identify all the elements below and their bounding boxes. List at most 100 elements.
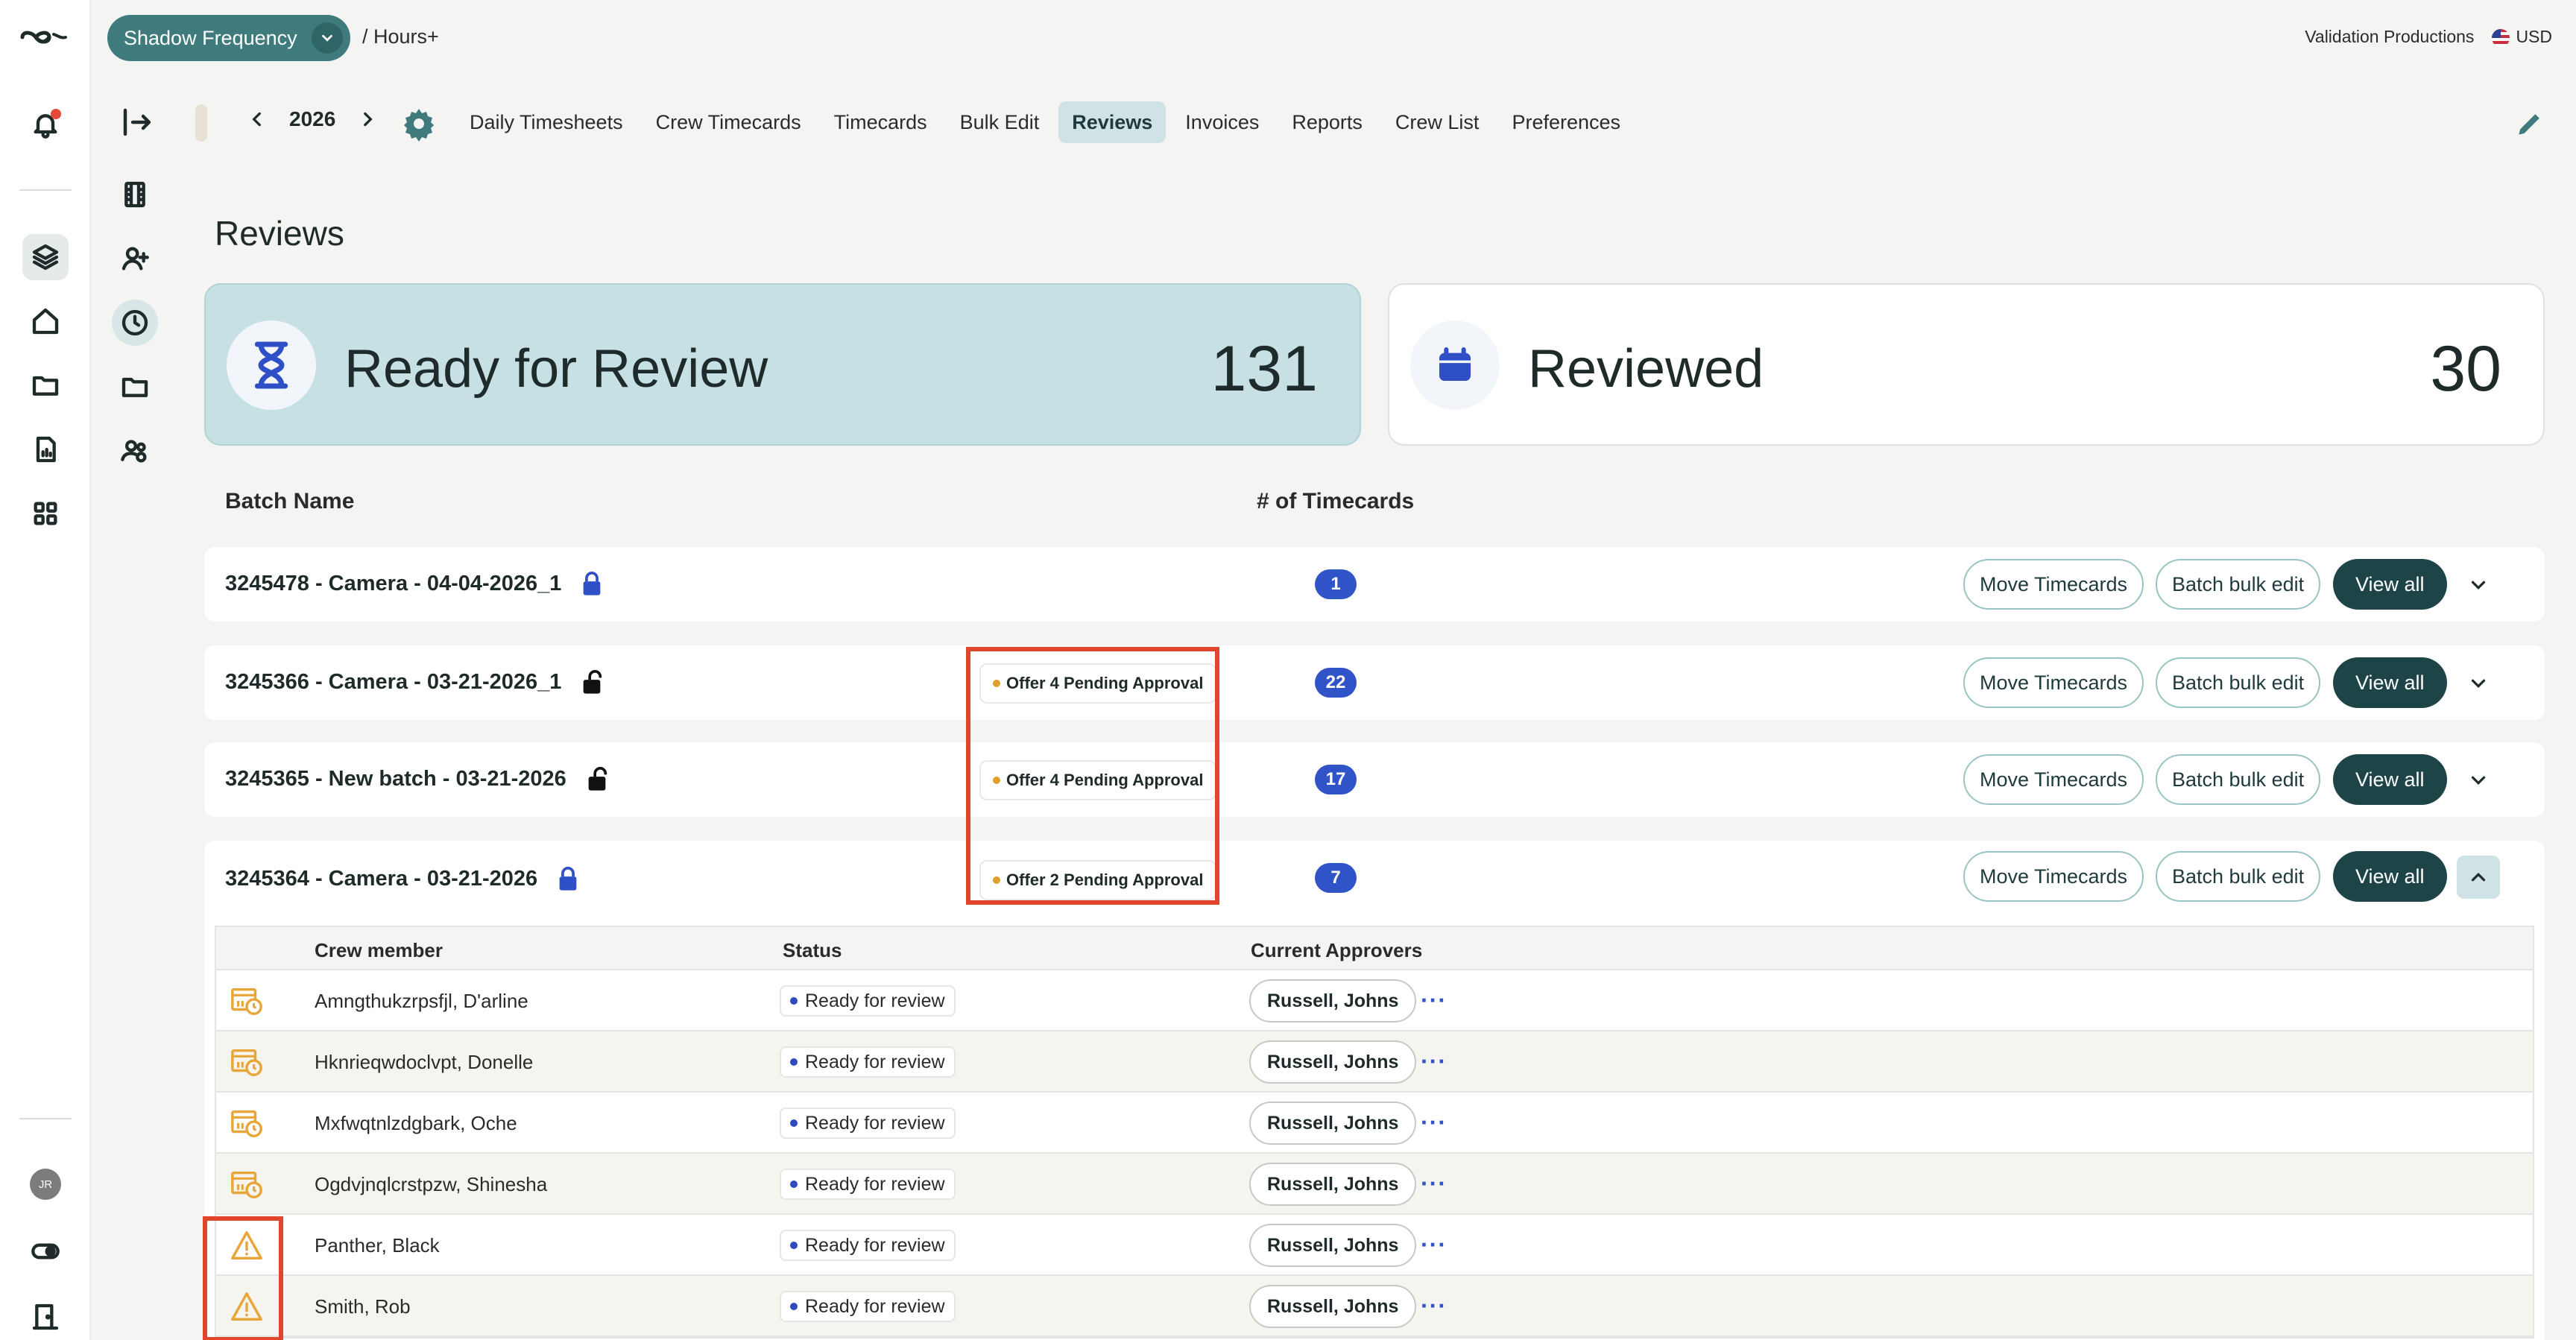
more-options-icon[interactable]: ··· [1421,1231,1447,1259]
team-settings-icon[interactable] [112,428,158,474]
batch-bulk-edit-button[interactable]: Batch bulk edit [2156,657,2321,708]
move-timecards-button[interactable]: Move Timecards [1963,559,2144,610]
status-text: Ready for review [805,1234,945,1256]
tab-preferences[interactable]: Preferences [1498,101,1634,143]
folder-icon[interactable] [112,364,158,410]
batch-row[interactable]: 3245366 - Camera - 03-21-2026_1 Offer 4 … [204,645,2545,720]
year-label: 2026 [289,107,336,130]
batch-bulk-edit-button[interactable]: Batch bulk edit [2156,851,2321,902]
move-timecards-button[interactable]: Move Timecards [1963,657,2144,708]
rail-divider [19,1118,72,1119]
more-options-icon[interactable]: ··· [1421,1292,1447,1320]
home-icon[interactable] [22,298,69,344]
batch-bulk-edit-button[interactable]: Batch bulk edit [2156,754,2321,805]
document-chart-icon[interactable] [22,426,69,473]
view-all-button[interactable]: View all [2333,559,2447,610]
column-header-approvers[interactable]: Current Approvers [1251,939,1422,962]
crew-member-name[interactable]: Ogdvjnqlcrstpzw, Shinesha [315,1173,547,1196]
more-options-icon[interactable]: ··· [1421,1170,1447,1198]
tab-bulk-edit[interactable]: Bulk Edit [947,101,1053,143]
view-all-button[interactable]: View all [2333,754,2447,805]
nav-divider [195,104,207,142]
approver-chip[interactable]: Russell, Johns [1249,1224,1417,1267]
chevron-left-icon[interactable] [247,110,267,129]
reviewed-card[interactable]: Reviewed 30 [1388,283,2545,446]
folder-icon[interactable] [22,362,69,408]
tab-timecards[interactable]: Timecards [821,101,941,143]
column-header-batch-name[interactable]: Batch Name [225,489,354,514]
timecard-count-badge: 7 [1315,863,1357,893]
logout-door-icon[interactable] [22,1294,69,1340]
more-options-icon[interactable]: ··· [1421,1048,1447,1075]
approver-chip[interactable]: Russell, Johns [1249,1040,1417,1084]
lock-open-icon [588,767,607,791]
tab-crew-timecards[interactable]: Crew Timecards [643,101,815,143]
apps-grid-icon[interactable] [22,490,69,537]
move-timecards-button[interactable]: Move Timecards [1963,754,2144,805]
crew-member-name[interactable]: Amngthukzrpsfjl, D'arline [315,990,528,1013]
table-row[interactable]: Ogdvjnqlcrstpzw, Shinesha Ready for revi… [216,1154,2533,1215]
expand-chevron-icon[interactable] [2457,563,2500,607]
film-icon[interactable] [112,171,158,218]
table-row[interactable]: Mxfwqtnlzdgbark, Oche Ready for review R… [216,1093,2533,1154]
gear-icon[interactable] [401,106,437,142]
status-badge: Ready for review [780,985,956,1017]
view-all-button[interactable]: View all [2333,657,2447,708]
column-header-status[interactable]: Status [783,939,842,962]
crew-member-name[interactable]: Hknrieqwdoclvpt, Donelle [315,1051,533,1074]
batch-row[interactable]: 3245478 - Camera - 04-04-2026_1 1 Move T… [204,547,2545,622]
breadcrumb[interactable]: / Hours+ [362,25,439,48]
tab-invoices[interactable]: Invoices [1172,101,1272,143]
table-row[interactable]: Panther, Black Ready for review Russell,… [216,1215,2533,1276]
table-row[interactable]: Amngthukzrpsfjl, D'arline Ready for revi… [216,970,2533,1031]
collapse-chevron-icon[interactable] [2457,856,2500,899]
column-header-timecards[interactable]: # of Timecards [1257,489,1414,514]
expand-chevron-icon[interactable] [2457,759,2500,802]
calendar-icon [1410,320,1500,410]
crew-member-name[interactable]: Mxfwqtnlzdgbark, Oche [315,1112,517,1135]
clock-icon[interactable] [112,300,158,346]
approver-chip[interactable]: Russell, Johns [1249,1102,1417,1145]
crew-member-name[interactable]: Smith, Rob [315,1295,411,1318]
notifications-bell-icon[interactable] [22,101,69,148]
approver-chip[interactable]: Russell, Johns [1249,979,1417,1023]
tab-crew-list[interactable]: Crew List [1382,101,1493,143]
batch-bulk-edit-button[interactable]: Batch bulk edit [2156,559,2321,610]
more-options-icon[interactable]: ··· [1421,1109,1447,1137]
chevron-right-icon[interactable] [358,110,377,129]
timecard-clock-icon [231,1049,262,1076]
approver-chip[interactable]: Russell, Johns [1249,1163,1417,1206]
add-user-icon[interactable] [112,236,158,282]
project-name: Shadow Frequency [124,26,297,49]
tab-reviews[interactable]: Reviews [1058,101,1167,143]
app-logo-icon[interactable] [18,22,73,52]
batch-name: 3245365 - New batch - 03-21-2026 [225,766,608,791]
tab-daily-timesheets[interactable]: Daily Timesheets [456,101,637,143]
approver-chip[interactable]: Russell, Johns [1249,1285,1417,1328]
status-dot [790,997,798,1005]
table-row[interactable]: Smith, Rob Ready for review Russell, Joh… [216,1276,2533,1337]
timecard-clock-icon [231,987,262,1015]
avatar[interactable]: JR [30,1169,61,1200]
lock-closed-icon [584,572,601,595]
currency-selector[interactable]: USD [2492,27,2552,47]
move-timecards-button[interactable]: Move Timecards [1963,851,2144,902]
column-header-crew[interactable]: Crew member [315,939,443,962]
project-selector[interactable]: Shadow Frequency [107,15,350,61]
batch-row[interactable]: 3245365 - New batch - 03-21-2026 Offer 4… [204,742,2545,817]
pencil-edit-icon[interactable] [2513,107,2546,140]
ready-for-review-card[interactable]: Ready for Review 131 [204,283,1361,446]
view-all-button[interactable]: View all [2333,851,2447,902]
batch-name-text: 3245478 - Camera - 04-04-2026_1 [225,571,562,595]
layers-icon[interactable] [22,234,69,280]
table-header: Crew member Status Current Approvers [216,927,2533,970]
table-row[interactable]: Hknrieqwdoclvpt, Donelle Ready for revie… [216,1031,2533,1093]
tab-reports[interactable]: Reports [1278,101,1376,143]
company-name[interactable]: Validation Productions [2305,27,2474,47]
expand-chevron-icon[interactable] [2457,662,2500,705]
more-options-icon[interactable]: ··· [1421,987,1447,1014]
crew-member-name[interactable]: Panther, Black [315,1234,440,1257]
toggle-icon[interactable] [22,1228,69,1274]
collapse-sidebar-icon[interactable] [119,104,155,140]
timecard-count-badge: 22 [1315,668,1357,698]
